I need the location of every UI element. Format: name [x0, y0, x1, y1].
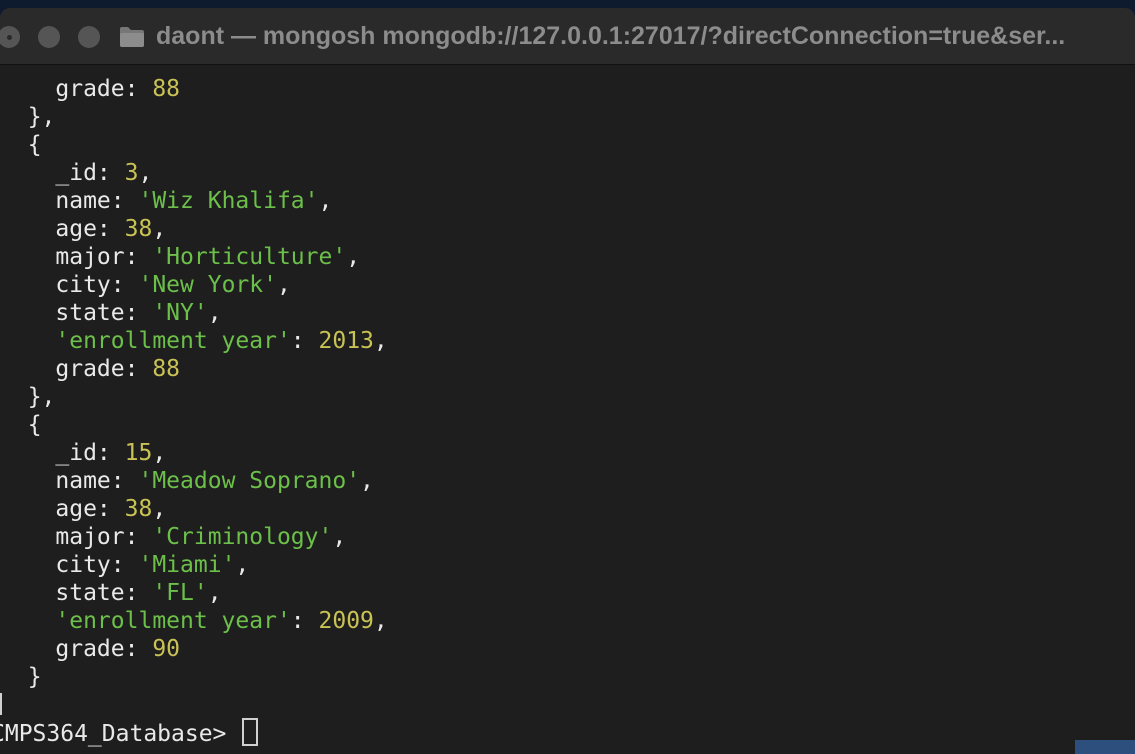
string-token: 'FL' — [152, 580, 208, 606]
terminal-margin-mark — [0, 693, 2, 715]
text-cursor — [242, 718, 259, 746]
terminal-window: daont — mongosh mongodb://127.0.0.1:2701… — [0, 8, 1135, 754]
text-token: }, — [0, 384, 56, 410]
output-line: city: 'New York', — [0, 271, 291, 299]
output-line: }, — [0, 103, 56, 131]
text-token: : — [290, 328, 319, 354]
text-token: , — [346, 244, 361, 270]
text-token: , — [207, 300, 222, 326]
string-token: 'Criminology' — [152, 524, 333, 550]
string-token: 'Wiz Khalifa' — [138, 188, 319, 214]
text-token: city: — [0, 272, 139, 298]
output-line: name: 'Wiz Khalifa', — [0, 187, 332, 215]
text-token: grade: — [0, 636, 153, 662]
string-token: 'Horticulture' — [152, 244, 347, 270]
zoom-button[interactable] — [78, 26, 100, 48]
text-token: , — [276, 272, 291, 298]
output-line: grade: 88 — [0, 355, 180, 383]
number-token: 88 — [152, 356, 181, 382]
number-token: 38 — [124, 496, 153, 522]
text-token: name: — [0, 468, 139, 494]
string-token: 'NY' — [152, 300, 208, 326]
text-token: state: — [0, 300, 153, 326]
window-title: daont — mongosh mongodb://127.0.0.1:2701… — [156, 22, 1066, 50]
string-token: 'Meadow Soprano' — [138, 468, 361, 494]
text-token: , — [235, 552, 250, 578]
number-token: 90 — [152, 636, 181, 662]
output-line: major: 'Criminology', — [0, 523, 346, 551]
folder-icon — [120, 27, 144, 47]
output-line: } — [0, 663, 42, 691]
number-token: 15 — [124, 440, 153, 466]
output-line: 'enrollment year': 2013, — [0, 327, 388, 355]
text-token: grade: — [0, 356, 153, 382]
number-token: 3 — [124, 160, 139, 186]
text-token: { — [0, 412, 42, 438]
shell-prompt: CMPS364_Database> — [0, 721, 241, 747]
close-icon — [7, 35, 12, 40]
string-token: 'enrollment year' — [55, 608, 291, 634]
text-token: , — [373, 328, 388, 354]
close-button[interactable] — [0, 26, 20, 48]
output-line: }, — [0, 383, 56, 411]
text-token: , — [152, 216, 167, 242]
output-line: grade: 90 — [0, 635, 180, 663]
text-token: _id: — [0, 440, 125, 466]
text-token: grade: — [0, 76, 153, 102]
text-token: _id: — [0, 160, 125, 186]
output-line: _id: 15, — [0, 439, 166, 467]
number-token: 88 — [152, 76, 181, 102]
output-line: name: 'Meadow Soprano', — [0, 467, 374, 495]
text-token: major: — [0, 244, 153, 270]
text-token: age: — [0, 216, 125, 242]
text-token: age: — [0, 496, 125, 522]
string-token: 'New York' — [138, 272, 277, 298]
output-line: { — [0, 411, 42, 439]
string-token: 'enrollment year' — [55, 328, 291, 354]
text-token: } — [0, 664, 42, 690]
number-token: 2009 — [318, 608, 374, 634]
text-token: , — [207, 580, 222, 606]
text-token: state: — [0, 580, 153, 606]
output-line: major: 'Horticulture', — [0, 243, 360, 271]
desktop-background — [1075, 740, 1135, 754]
text-token: { — [0, 132, 42, 158]
text-token: , — [152, 440, 167, 466]
title-bar: daont — mongosh mongodb://127.0.0.1:2701… — [0, 8, 1135, 65]
text-token: , — [138, 160, 153, 186]
minimize-button[interactable] — [38, 26, 60, 48]
output-line: _id: 3, — [0, 159, 152, 187]
string-token: 'Miami' — [138, 552, 236, 578]
output-line: age: 38, — [0, 215, 166, 243]
prompt-line[interactable]: CMPS364_Database> — [0, 718, 259, 747]
number-token: 38 — [124, 216, 153, 242]
output-line: city: 'Miami', — [0, 551, 249, 579]
text-token: : — [290, 608, 319, 634]
text-token: , — [318, 188, 333, 214]
output-line: age: 38, — [0, 495, 166, 523]
text-token: , — [373, 608, 388, 634]
terminal-output[interactable]: grade: 88 }, { _id: 3, name: 'Wiz Khalif… — [0, 65, 1135, 754]
output-line: state: 'FL', — [0, 579, 222, 607]
text-token: , — [152, 496, 167, 522]
text-token: , — [332, 524, 347, 550]
text-token: , — [360, 468, 374, 494]
number-token: 2013 — [318, 328, 374, 354]
text-token: city: — [0, 552, 139, 578]
output-line: state: 'NY', — [0, 299, 222, 327]
output-line: grade: 88 — [0, 75, 180, 103]
output-line: { — [0, 131, 42, 159]
text-token: name: — [0, 188, 139, 214]
text-token: }, — [0, 104, 56, 130]
output-line: 'enrollment year': 2009, — [0, 607, 388, 635]
text-token: major: — [0, 524, 153, 550]
